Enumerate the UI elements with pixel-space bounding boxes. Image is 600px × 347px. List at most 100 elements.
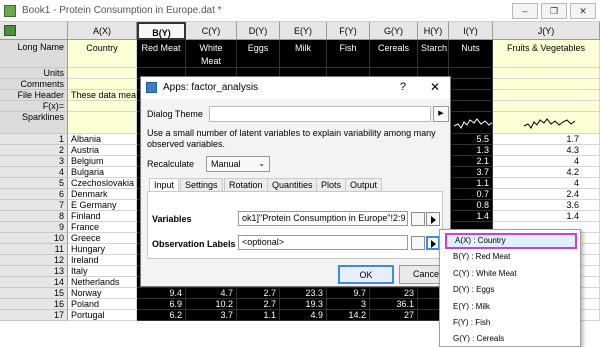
column-header[interactable]: A(X) xyxy=(68,22,137,40)
row-number[interactable]: 5 xyxy=(0,178,68,189)
fruits-cell[interactable]: 4.3 xyxy=(493,145,600,156)
data-cell[interactable]: 9.4 xyxy=(137,288,186,299)
country-cell[interactable]: Bulgaria xyxy=(68,167,137,178)
row-number[interactable]: 6 xyxy=(0,189,68,200)
tab-quantities[interactable]: Quantities xyxy=(267,178,318,192)
sparkline-cell[interactable] xyxy=(449,112,493,134)
country-cell[interactable]: Norway xyxy=(68,288,137,299)
variables-field[interactable]: ok1]"Protein Consumption in Europe"!2:9 xyxy=(238,211,408,226)
country-cell[interactable]: Ireland xyxy=(68,255,137,266)
row-number[interactable]: 12 xyxy=(0,255,68,266)
file-header-cell[interactable]: These data mea xyxy=(68,90,137,101)
row-number[interactable]: 17 xyxy=(0,310,68,321)
column-header[interactable]: F(Y) xyxy=(327,22,370,40)
country-cell[interactable]: E Germany xyxy=(68,200,137,211)
row-number[interactable]: 7 xyxy=(0,200,68,211)
long-name-cell[interactable]: Milk xyxy=(280,40,327,68)
country-cell[interactable]: Italy xyxy=(68,266,137,277)
tab-output[interactable]: Output xyxy=(345,178,383,192)
minimize-button[interactable]: – xyxy=(512,3,538,19)
data-cell[interactable]: 2.1 xyxy=(449,156,493,167)
data-cell[interactable]: 1.1 xyxy=(449,178,493,189)
row-number[interactable]: 13 xyxy=(0,266,68,277)
row-number[interactable]: 1 xyxy=(0,134,68,145)
meta-cell[interactable] xyxy=(449,79,493,90)
row-number[interactable]: 8 xyxy=(0,211,68,222)
recalculate-dropdown[interactable]: Manual ⌄ xyxy=(206,156,270,172)
range-selector-icon[interactable] xyxy=(411,212,425,226)
meta-cell[interactable] xyxy=(493,68,600,79)
row-number[interactable]: 11 xyxy=(0,244,68,255)
range-selector-icon[interactable] xyxy=(411,236,425,250)
meta-cell[interactable] xyxy=(493,101,600,112)
country-cell[interactable]: Albania xyxy=(68,134,137,145)
data-cell[interactable]: 1.4 xyxy=(449,211,493,222)
meta-cell[interactable] xyxy=(68,79,137,90)
row-number[interactable]: 14 xyxy=(0,277,68,288)
long-name-cell[interactable]: Cereals xyxy=(370,40,418,68)
fruits-cell[interactable]: 4.2 xyxy=(493,167,600,178)
data-cell[interactable]: 4.9 xyxy=(280,310,327,321)
country-cell[interactable]: Czechoslovakia xyxy=(68,178,137,189)
data-cell[interactable]: 19.3 xyxy=(280,299,327,310)
tab-rotation[interactable]: Rotation xyxy=(224,178,268,192)
data-cell[interactable]: 2.7 xyxy=(237,299,280,310)
column-header[interactable]: D(Y) xyxy=(237,22,280,40)
country-cell[interactable]: Greece xyxy=(68,233,137,244)
data-cell[interactable]: 3.7 xyxy=(449,167,493,178)
fruits-cell[interactable]: 1.7 xyxy=(493,134,600,145)
observation-labels-field[interactable]: <optional> xyxy=(238,235,408,250)
dialog-theme-field[interactable] xyxy=(209,106,431,122)
fruits-cell[interactable]: 2.4 xyxy=(493,189,600,200)
country-cell[interactable]: Finland xyxy=(68,211,137,222)
column-header[interactable]: C(Y) xyxy=(186,22,237,40)
meta-cell[interactable] xyxy=(493,79,600,90)
help-button[interactable]: ? xyxy=(400,81,406,93)
data-cell[interactable]: 6.2 xyxy=(137,310,186,321)
close-window-button[interactable]: ✕ xyxy=(570,3,596,19)
long-name-cell[interactable]: Red Meat xyxy=(137,40,186,68)
maximize-button[interactable]: ❐ xyxy=(541,3,567,19)
tab-plots[interactable]: Plots xyxy=(316,178,347,192)
column-option[interactable]: C(Y) : White Meat xyxy=(445,266,577,282)
data-cell[interactable]: 5.5 xyxy=(449,134,493,145)
meta-cell[interactable] xyxy=(449,68,493,79)
column-option[interactable]: G(Y) : Cereals xyxy=(445,331,577,347)
row-number[interactable]: 2 xyxy=(0,145,68,156)
data-cell[interactable]: 2.7 xyxy=(237,288,280,299)
column-option[interactable]: F(Y) : Fish xyxy=(445,315,577,331)
close-dialog-button[interactable]: ✕ xyxy=(430,80,440,94)
column-option[interactable]: B(Y) : Red Meat xyxy=(445,249,577,265)
country-cell[interactable]: Netherlands xyxy=(68,277,137,288)
theme-menu-button[interactable]: ▶ xyxy=(433,106,449,122)
country-cell[interactable]: France xyxy=(68,222,137,233)
column-header[interactable]: G(Y) xyxy=(370,22,418,40)
tab-input[interactable]: Input xyxy=(149,178,180,192)
meta-cell[interactable] xyxy=(449,101,493,112)
data-cell[interactable]: 3 xyxy=(327,299,370,310)
long-name-cell[interactable]: Starch xyxy=(418,40,449,68)
tab-settings[interactable]: Settings xyxy=(180,178,223,192)
column-option[interactable]: E(Y) : Milk xyxy=(445,299,577,315)
ok-button[interactable]: OK xyxy=(338,265,394,284)
row-number[interactable]: 16 xyxy=(0,299,68,310)
row-number[interactable]: 10 xyxy=(0,233,68,244)
data-cell[interactable]: 23.3 xyxy=(280,288,327,299)
long-name-cell[interactable]: Fruits & Vegetables xyxy=(493,40,600,68)
long-name-cell[interactable]: Nuts xyxy=(449,40,493,68)
meta-cell[interactable] xyxy=(68,68,137,79)
data-cell[interactable]: 1.1 xyxy=(237,310,280,321)
data-cell[interactable]: 14.2 xyxy=(327,310,370,321)
country-cell[interactable]: Poland xyxy=(68,299,137,310)
long-name-cell[interactable]: Country xyxy=(68,40,137,68)
sparkline-cell[interactable] xyxy=(493,112,600,134)
row-number[interactable]: 9 xyxy=(0,222,68,233)
column-header[interactable]: J(Y) xyxy=(493,22,600,40)
long-name-cell[interactable]: Fish xyxy=(327,40,370,68)
country-cell[interactable]: Denmark xyxy=(68,189,137,200)
data-cell[interactable]: 6.9 xyxy=(137,299,186,310)
country-cell[interactable]: Hungary xyxy=(68,244,137,255)
meta-cell[interactable] xyxy=(493,90,600,101)
meta-cell[interactable] xyxy=(68,101,137,112)
data-cell[interactable]: 9.7 xyxy=(327,288,370,299)
